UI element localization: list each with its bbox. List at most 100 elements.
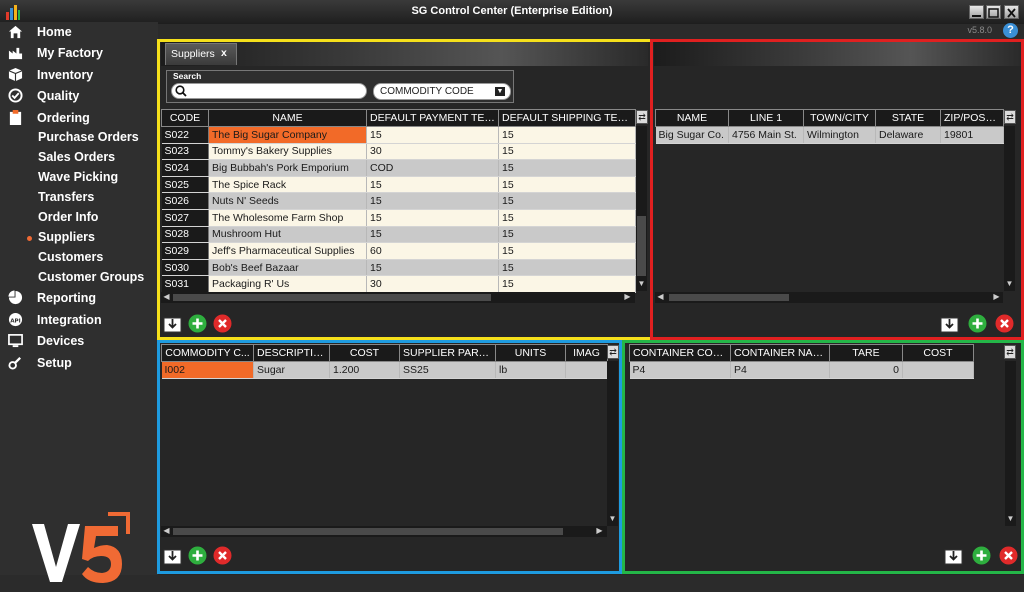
add-button[interactable] <box>188 314 207 333</box>
scroll-right-icon[interactable]: ▶ <box>991 292 1002 301</box>
help-button[interactable]: ? <box>1003 23 1018 38</box>
delete-button[interactable] <box>213 314 232 333</box>
column-header-shipping-terms[interactable]: DEFAULT SHIPPING TERMS <box>498 109 636 127</box>
sidebar-item-quality[interactable]: Quality <box>0 86 158 106</box>
sidebar-subitem-suppliers[interactable]: Suppliers <box>0 229 158 247</box>
table-row[interactable]: S024 Big Bubbah's Pork Emporium COD 15 <box>161 159 636 177</box>
horizontal-scrollbar[interactable]: ◀ ▶ <box>161 292 635 303</box>
column-header-container-code[interactable]: CONTAINER CODE <box>629 344 731 362</box>
column-chooser-button[interactable]: ⇄ <box>607 345 619 359</box>
sidebar-subitem-sales-orders[interactable]: Sales Orders <box>0 149 158 167</box>
close-window-button[interactable] <box>1004 5 1019 19</box>
add-button[interactable] <box>972 546 991 565</box>
sidebar-subitem-customer-groups[interactable]: Customer Groups <box>0 269 158 287</box>
tab-suppliers[interactable]: Suppliers x <box>165 43 237 65</box>
column-header-cost[interactable]: COST <box>902 344 974 362</box>
column-header-container-name[interactable]: CONTAINER NAME <box>730 344 830 362</box>
horizontal-scrollbar[interactable]: ◀ ▶ <box>655 292 1003 303</box>
table-row[interactable]: S029 Jeff's Pharmaceutical Supplies 60 15 <box>161 242 636 260</box>
column-header-image[interactable]: IMAG <box>565 344 608 362</box>
export-button[interactable] <box>944 546 963 565</box>
column-header-town-city[interactable]: TOWN/CITY <box>803 109 876 127</box>
sidebar-item-setup[interactable]: Setup <box>0 353 158 373</box>
scroll-left-icon[interactable]: ◀ <box>161 292 172 301</box>
column-header-commodity-code[interactable]: COMMODITY C... <box>161 344 254 362</box>
table-cell: 15 <box>498 126 636 144</box>
scroll-down-icon[interactable]: ▼ <box>607 514 618 523</box>
column-header-units[interactable]: UNITS <box>495 344 566 362</box>
table-row[interactable]: S022 The Big Sugar Company 15 15 <box>161 126 636 144</box>
sidebar-item-inventory[interactable]: Inventory <box>0 65 158 85</box>
scrollbar-thumb[interactable] <box>669 294 789 301</box>
sidebar-item-integration[interactable]: API Integration <box>0 310 158 330</box>
table-row[interactable]: S026 Nuts N' Seeds 15 15 <box>161 192 636 210</box>
table-cell: P4 <box>629 361 731 379</box>
vertical-scrollbar[interactable]: ▼ <box>607 361 618 526</box>
column-header-tare[interactable]: TARE <box>829 344 903 362</box>
table-row[interactable]: S027 The Wholesome Farm Shop 15 15 <box>161 209 636 227</box>
vertical-scrollbar[interactable]: ▼ <box>636 126 647 291</box>
sidebar-subitem-purchase-orders[interactable]: Purchase Orders <box>0 129 158 147</box>
scroll-right-icon[interactable]: ▶ <box>622 292 633 301</box>
scrollbar-thumb[interactable] <box>173 528 563 535</box>
sidebar-subitem-customers[interactable]: Customers <box>0 249 158 267</box>
scrollbar-thumb[interactable] <box>637 216 646 276</box>
sidebar-subitem-order-info[interactable]: Order Info <box>0 209 158 227</box>
column-header-code[interactable]: CODE <box>161 109 209 127</box>
delete-button[interactable] <box>213 546 232 565</box>
search-input[interactable] <box>171 83 367 99</box>
add-button[interactable] <box>188 546 207 565</box>
vertical-scrollbar[interactable]: ▼ <box>1005 361 1016 526</box>
horizontal-scrollbar[interactable]: ◀ ▶ <box>161 526 607 537</box>
table-row[interactable]: S031 Packaging R' Us 30 15 <box>161 275 636 293</box>
sidebar-item-devices[interactable]: Devices <box>0 331 158 351</box>
sidebar-subitem-wave-picking[interactable]: Wave Picking <box>0 169 158 187</box>
sidebar: Home My Factory Inventory Quality Orderi… <box>0 22 158 583</box>
export-button[interactable] <box>940 314 959 333</box>
delete-button[interactable] <box>995 314 1014 333</box>
table-cell: S026 <box>161 192 209 210</box>
tab-close-icon[interactable]: x <box>221 47 227 59</box>
scroll-left-icon[interactable]: ◀ <box>161 526 172 535</box>
scroll-down-icon[interactable]: ▼ <box>1004 279 1015 288</box>
column-header-name[interactable]: NAME <box>208 109 367 127</box>
scroll-right-icon[interactable]: ▶ <box>594 526 605 535</box>
column-header-line1[interactable]: LINE 1 <box>728 109 804 127</box>
scrollbar-thumb[interactable] <box>173 294 491 301</box>
table-row[interactable]: S025 The Spice Rack 15 15 <box>161 176 636 194</box>
column-header-payment-terms[interactable]: DEFAULT PAYMENT TERMS <box>366 109 499 127</box>
column-header-name[interactable]: NAME <box>655 109 729 127</box>
sidebar-item-my-factory[interactable]: My Factory <box>0 43 158 63</box>
search-filter-select[interactable]: COMMODITY CODE ▼ <box>373 83 511 100</box>
maximize-button[interactable] <box>986 5 1001 19</box>
sidebar-item-reporting[interactable]: Reporting <box>0 288 158 308</box>
table-row[interactable]: S028 Mushroom Hut 15 15 <box>161 226 636 244</box>
column-header-supplier-part[interactable]: SUPPLIER PART ... <box>399 344 496 362</box>
minimize-button[interactable] <box>969 5 984 19</box>
column-header-zip-postal[interactable]: ZIP/POSTAL <box>940 109 1004 127</box>
column-header-state[interactable]: STATE <box>875 109 941 127</box>
table-cell: Nuts N' Seeds <box>208 192 367 210</box>
column-header-description[interactable]: DESCRIPTION <box>253 344 330 362</box>
export-button[interactable] <box>163 546 182 565</box>
delete-button[interactable] <box>999 546 1018 565</box>
column-chooser-button[interactable]: ⇄ <box>636 110 648 124</box>
scroll-down-icon[interactable]: ▼ <box>1005 514 1016 523</box>
table-row[interactable]: Big Sugar Co. 4756 Main St. Wilmington Dela… <box>655 126 1004 144</box>
sidebar-item-ordering[interactable]: Ordering <box>0 108 158 128</box>
table-cell: Big Bubbah's Pork Emporium <box>208 159 367 177</box>
export-button[interactable] <box>163 314 182 333</box>
table-row[interactable]: I002 Sugar 1.200 SS25 lb <box>161 361 608 379</box>
column-chooser-button[interactable]: ⇄ <box>1004 345 1016 359</box>
scroll-down-icon[interactable]: ▼ <box>636 279 647 288</box>
table-row[interactable]: S023 Tommy's Bakery Supplies 30 15 <box>161 143 636 161</box>
vertical-scrollbar[interactable]: ▼ <box>1004 126 1015 291</box>
table-row[interactable]: S030 Bob's Beef Bazaar 15 15 <box>161 259 636 277</box>
column-header-cost[interactable]: COST <box>329 344 400 362</box>
sidebar-subitem-transfers[interactable]: Transfers <box>0 189 158 207</box>
table-row[interactable]: P4 P4 0 <box>629 361 974 379</box>
column-chooser-button[interactable]: ⇄ <box>1004 110 1016 124</box>
scroll-left-icon[interactable]: ◀ <box>655 292 666 301</box>
sidebar-item-home[interactable]: Home <box>0 22 158 42</box>
add-button[interactable] <box>968 314 987 333</box>
